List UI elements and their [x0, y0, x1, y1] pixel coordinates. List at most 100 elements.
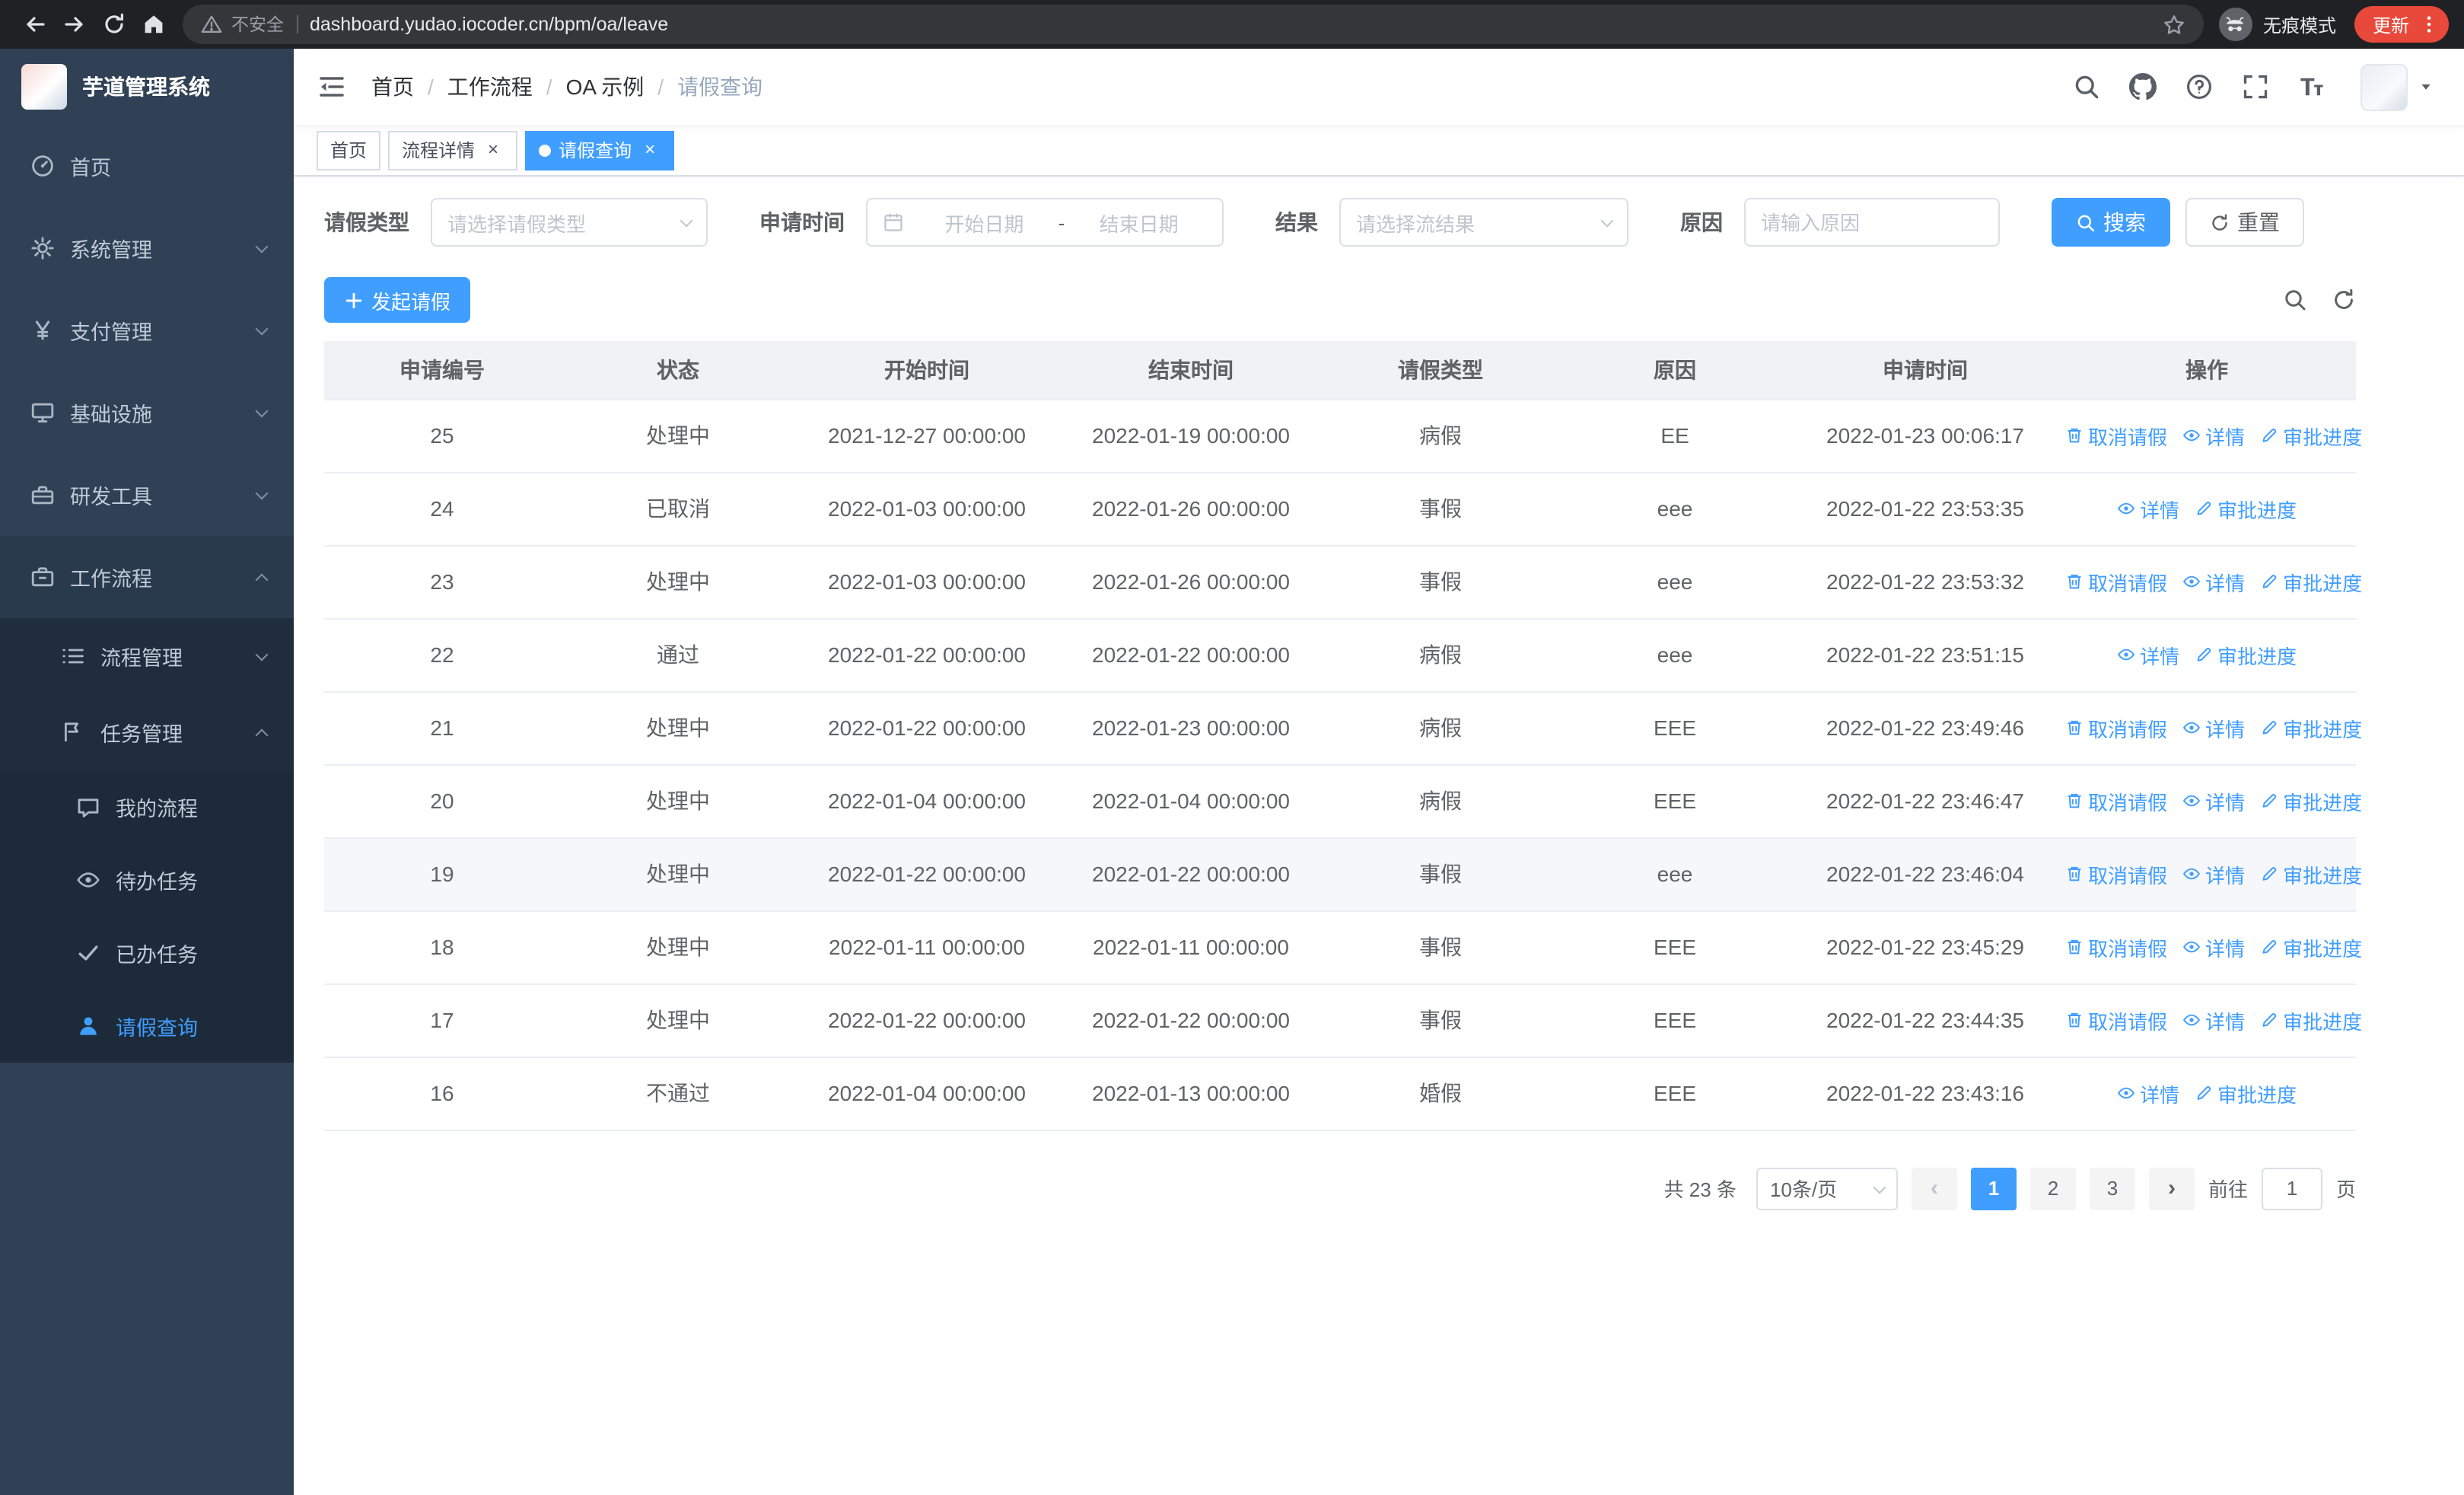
address-bar[interactable]: 不安全 dashboard.yudao.iocoder.cn/bpm/oa/le…: [183, 5, 2204, 44]
action-detail-link[interactable]: 详情: [2182, 786, 2245, 815]
action-progress-link[interactable]: 审批进度: [2195, 1079, 2297, 1108]
action-progress-link[interactable]: 审批进度: [2260, 567, 2362, 596]
action-progress-link[interactable]: 审批进度: [2260, 786, 2362, 815]
sidebar-item-done-tasks[interactable]: 已办任务: [0, 916, 294, 990]
avatar[interactable]: [2361, 63, 2408, 110]
help-icon[interactable]: [2185, 73, 2213, 100]
chevron-down-icon: [255, 648, 269, 661]
sidebar-item-process-management[interactable]: 流程管理: [0, 618, 294, 694]
result-select[interactable]: 请选择流结果: [1339, 198, 1628, 247]
action-detail-link[interactable]: 详情: [2182, 932, 2245, 961]
sidebar-item-label: 工作流程: [70, 568, 152, 591]
chevron-down-icon: [255, 322, 269, 336]
hamburger-icon[interactable]: [317, 72, 347, 102]
page-3-button[interactable]: 3: [2089, 1167, 2135, 1210]
cell-status: 不通过: [560, 1057, 796, 1130]
action-progress-link[interactable]: 审批进度: [2260, 932, 2362, 961]
tab-home[interactable]: 首页: [317, 130, 381, 170]
reason-input[interactable]: [1744, 198, 2000, 247]
plus-icon: [344, 290, 364, 310]
security-warning-icon[interactable]: [201, 14, 222, 35]
url-text[interactable]: dashboard.yudao.iocoder.cn/bpm/oa/leave: [310, 14, 2150, 35]
select-placeholder: 请选择请假类型: [447, 212, 587, 235]
action-detail-link[interactable]: 详情: [2117, 1079, 2179, 1108]
action-cancel-link[interactable]: 取消请假: [2065, 1006, 2167, 1034]
action-detail-link[interactable]: 详情: [2182, 567, 2245, 596]
cell-status: 已取消: [560, 472, 796, 546]
github-icon[interactable]: [2129, 73, 2157, 100]
sidebar-item-task-management[interactable]: 任务管理: [0, 694, 294, 770]
yen-icon: [30, 318, 55, 343]
toggle-search-icon[interactable]: [2283, 288, 2307, 312]
action-cancel-link[interactable]: 取消请假: [2065, 713, 2167, 742]
breadcrumb-separator: /: [657, 75, 664, 99]
home-icon[interactable]: [134, 5, 173, 44]
select-placeholder: 请选择流结果: [1356, 212, 1476, 235]
page-2-button[interactable]: 2: [2029, 1167, 2076, 1210]
sidebar-item-system-management[interactable]: 系统管理: [0, 207, 294, 289]
sidebar-item-payment-management[interactable]: 支付管理: [0, 289, 294, 371]
security-label[interactable]: 不安全: [231, 12, 284, 37]
action-detail-link[interactable]: 详情: [2182, 859, 2245, 888]
sidebar-item-todo-tasks[interactable]: 待办任务: [0, 843, 294, 916]
action-progress-link[interactable]: 审批进度: [2195, 494, 2297, 523]
sidebar-item-leave-query[interactable]: 请假查询: [0, 990, 294, 1063]
back-icon[interactable]: [15, 5, 55, 44]
reload-icon[interactable]: [94, 5, 134, 44]
action-detail-link[interactable]: 详情: [2117, 494, 2179, 523]
action-detail-link[interactable]: 详情: [2182, 1006, 2245, 1034]
sidebar-item-infrastructure[interactable]: 基础设施: [0, 371, 294, 454]
logo-title: 芋道管理系统: [82, 75, 210, 99]
action-progress-link[interactable]: 审批进度: [2260, 859, 2362, 888]
sidebar-item-my-process[interactable]: 我的流程: [0, 770, 294, 843]
fullscreen-icon[interactable]: [2242, 73, 2269, 100]
cell-status: 处理中: [560, 983, 796, 1057]
refresh-table-icon[interactable]: [2332, 288, 2356, 312]
bookmark-star-icon[interactable]: [2163, 13, 2185, 36]
breadcrumb-item[interactable]: 首页: [371, 72, 414, 102]
table-row: 16 不通过 2022-01-04 00:00:00 2022-01-13 00:00…: [324, 1057, 2356, 1130]
action-progress-link[interactable]: 审批进度: [2260, 713, 2362, 742]
action-cancel-link[interactable]: 取消请假: [2065, 786, 2167, 815]
action-cancel-link[interactable]: 取消请假: [2065, 567, 2167, 596]
action-progress-link[interactable]: 审批进度: [2195, 640, 2297, 669]
close-icon[interactable]: ×: [639, 139, 661, 161]
action-progress-link[interactable]: 审批进度: [2260, 421, 2362, 450]
forward-icon[interactable]: [55, 5, 94, 44]
reset-button[interactable]: 重置: [2185, 198, 2304, 247]
action-cancel-link[interactable]: 取消请假: [2065, 859, 2167, 888]
user-menu[interactable]: [2361, 63, 2434, 110]
update-button[interactable]: 更新: [2354, 6, 2449, 43]
sidebar-item-dev-tools[interactable]: 研发工具: [0, 454, 294, 536]
font-size-icon[interactable]: [2298, 73, 2326, 100]
search-button[interactable]: 搜索: [2052, 198, 2170, 247]
create-leave-button[interactable]: 发起请假: [324, 277, 471, 323]
action-detail-link[interactable]: 详情: [2182, 713, 2245, 742]
sidebar-item-home[interactable]: 首页: [0, 125, 294, 207]
page-1-button[interactable]: 1: [1970, 1167, 2017, 1210]
reason-label: 原因: [1680, 210, 1723, 234]
breadcrumb-item[interactable]: OA 示例: [566, 72, 645, 102]
table-toolbar: 发起请假: [324, 277, 2356, 323]
leave-type-select[interactable]: 请选择请假类型: [431, 198, 708, 247]
action-cancel-link[interactable]: 取消请假: [2065, 932, 2167, 961]
goto-page-input[interactable]: [2261, 1167, 2322, 1210]
action-detail-link[interactable]: 详情: [2117, 640, 2179, 669]
tab-leave-query[interactable]: 请假查询 ×: [525, 130, 675, 170]
prev-page-button[interactable]: ‹: [1911, 1167, 1957, 1210]
next-page-button[interactable]: ›: [2148, 1167, 2195, 1210]
logo[interactable]: 芋道管理系统: [0, 49, 294, 125]
action-progress-link[interactable]: 审批进度: [2260, 1006, 2362, 1034]
browser-menu-icon[interactable]: [2418, 12, 2440, 37]
action-detail-link[interactable]: 详情: [2182, 421, 2245, 450]
page-size-select[interactable]: 10条/页: [1756, 1167, 1898, 1210]
action-cancel-link[interactable]: 取消请假: [2065, 421, 2167, 450]
search-icon[interactable]: [2073, 73, 2100, 100]
sidebar-item-workflow[interactable]: 工作流程: [0, 536, 294, 618]
action-label: 详情: [2205, 864, 2246, 887]
apply-time-range-picker[interactable]: 开始日期 - 结束日期: [866, 198, 1224, 247]
sidebar-item-label: 流程管理: [100, 647, 183, 670]
breadcrumb-item[interactable]: 工作流程: [447, 72, 533, 102]
close-icon[interactable]: ×: [482, 139, 504, 161]
tab-process-detail[interactable]: 流程详情 ×: [388, 130, 518, 170]
